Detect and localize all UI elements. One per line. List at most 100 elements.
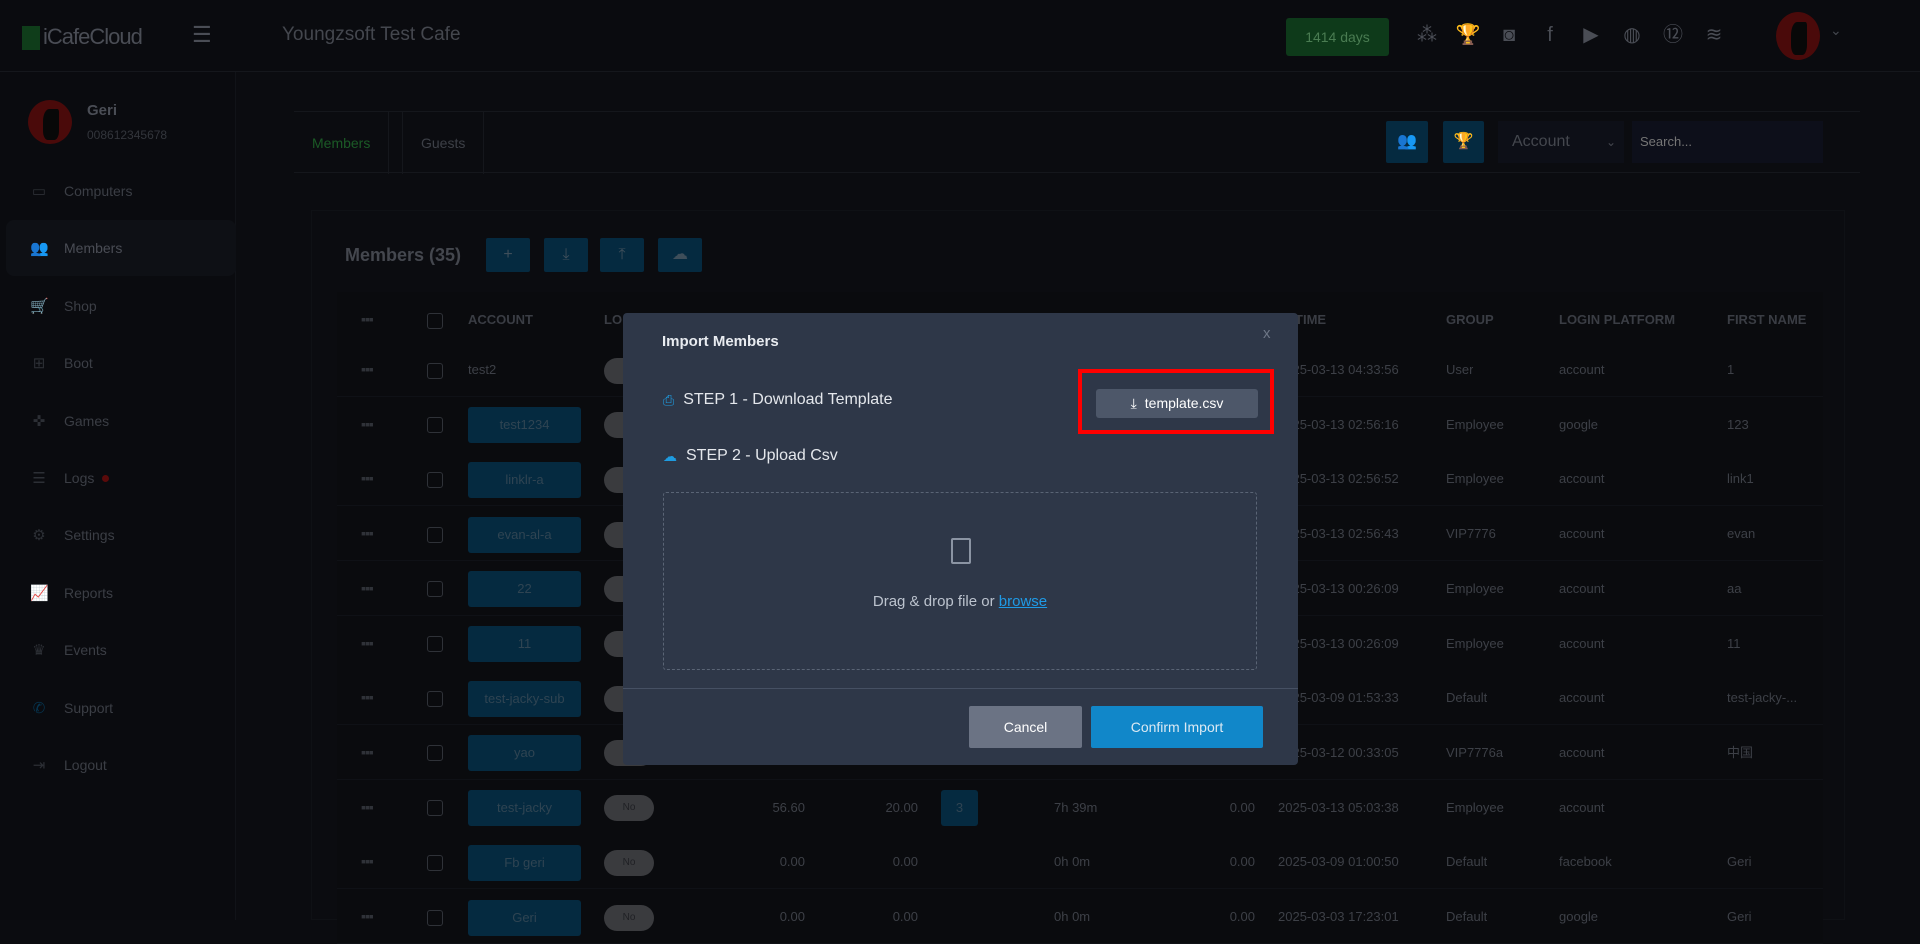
sidebar-item-games[interactable]: ✜ Games: [6, 393, 236, 449]
account-pill[interactable]: evan-al-a: [468, 516, 581, 553]
row-checkbox[interactable]: [427, 342, 443, 397]
account-cell[interactable]: Geri: [468, 889, 581, 944]
brand-icon[interactable]: ≋: [1701, 22, 1727, 48]
account-cell[interactable]: evan-al-a: [468, 506, 581, 561]
account-pill[interactable]: 11: [468, 626, 581, 663]
account-pill[interactable]: 22: [468, 571, 581, 608]
export-button[interactable]: ⤒: [600, 238, 644, 272]
header-login[interactable]: LO: [604, 292, 622, 347]
platform-cell: account: [1559, 690, 1605, 706]
row-checkbox[interactable]: [427, 670, 443, 725]
row-menu-icon[interactable]: ▪▪▪: [361, 451, 373, 506]
account-cell[interactable]: test-jacky: [468, 780, 581, 835]
hamburger-menu-icon[interactable]: ☰: [192, 22, 212, 48]
trophy-icon[interactable]: 🏆: [1455, 22, 1481, 48]
row-checkbox[interactable]: [427, 561, 443, 616]
row-menu-icon[interactable]: ▪▪▪: [361, 889, 373, 944]
tab-members[interactable]: Members: [294, 112, 390, 174]
platform-cell: account: [1559, 580, 1605, 596]
cancel-button[interactable]: Cancel: [969, 706, 1082, 748]
profile-avatar[interactable]: [1776, 12, 1820, 60]
row-menu-icon[interactable]: ▪▪▪: [361, 780, 373, 835]
ranking-icon[interactable]: ⁂: [1414, 22, 1440, 48]
count-badge[interactable]: 3: [941, 780, 978, 835]
logo[interactable]: iCafeCloud: [22, 24, 143, 51]
account-pill[interactable]: test-jacky-sub: [468, 680, 581, 717]
sidebar-item-logout[interactable]: ⇥ Logout: [6, 737, 236, 793]
header-group[interactable]: GROUP: [1446, 292, 1494, 347]
row-menu-icon[interactable]: ▪▪▪: [361, 506, 373, 561]
search-field-select[interactable]: Account ⌄: [1498, 121, 1624, 163]
add-member-button[interactable]: +: [486, 238, 530, 272]
crown-icon: ♛: [32, 642, 46, 660]
row-checkbox[interactable]: [427, 397, 443, 452]
row-menu-icon[interactable]: ▪▪▪: [361, 670, 373, 725]
account-cell[interactable]: 22: [468, 561, 581, 616]
sidebar-item-support[interactable]: ✆ Support: [6, 680, 236, 736]
account-pill[interactable]: test-jacky: [468, 790, 581, 827]
row-menu-icon[interactable]: ▪▪▪: [361, 725, 373, 780]
sidebar-item-members[interactable]: 👥 Members: [6, 220, 236, 277]
rank-button[interactable]: 🏆: [1443, 121, 1484, 163]
column-menu-icon[interactable]: ▪▪▪: [361, 292, 373, 347]
account-cell[interactable]: 11: [468, 616, 581, 671]
sidebar-item-reports[interactable]: 📈 Reports: [6, 565, 236, 621]
select-all-checkbox[interactable]: [427, 292, 443, 347]
sidebar-item-events[interactable]: ♛ Events: [6, 622, 236, 678]
row-checkbox[interactable]: [427, 780, 443, 835]
account-pill[interactable]: Fb geri: [468, 844, 581, 881]
confirm-import-button[interactable]: Confirm Import: [1091, 706, 1263, 748]
header-first[interactable]: FIRST NAME: [1727, 292, 1806, 347]
row-checkbox[interactable]: [427, 725, 443, 780]
account-cell[interactable]: Fb geri: [468, 834, 581, 889]
cloud-upload-icon: ☁: [663, 447, 677, 464]
youtube-icon[interactable]: ▶: [1578, 22, 1604, 48]
row-menu-icon[interactable]: ▪▪▪: [361, 342, 373, 397]
row-menu-icon[interactable]: ▪▪▪: [361, 616, 373, 671]
download-template-button[interactable]: ⤓ template.csv: [1096, 389, 1258, 418]
step-1: ⎙ STEP 1 - Download Template: [663, 391, 893, 409]
browse-link[interactable]: browse: [999, 593, 1047, 610]
account-pill[interactable]: yao: [468, 735, 581, 772]
sidebar-item-computers[interactable]: ▭ Computers: [6, 163, 236, 219]
close-icon[interactable]: x: [1263, 325, 1271, 342]
search-input[interactable]: [1632, 121, 1823, 163]
cafe-title: Youngzsoft Test Cafe: [282, 24, 461, 45]
account-cell[interactable]: test-jacky-sub: [468, 670, 581, 725]
row-menu-icon[interactable]: ▪▪▪: [361, 561, 373, 616]
tab-guests[interactable]: Guests: [402, 112, 485, 174]
account-cell[interactable]: linklr-a: [468, 451, 581, 506]
account-cell[interactable]: yao: [468, 725, 581, 780]
cloud-button[interactable]: ☁: [658, 238, 702, 272]
row-checkbox[interactable]: [427, 889, 443, 944]
import-button[interactable]: ⤓: [544, 238, 588, 272]
row-checkbox[interactable]: [427, 616, 443, 671]
chevron-down-icon[interactable]: ⌄: [1830, 22, 1842, 39]
sidebar-item-logs[interactable]: ☰ Logs: [6, 450, 236, 506]
account-pill[interactable]: Geri: [468, 899, 581, 936]
sidebar-item-boot[interactable]: ⊞ Boot: [6, 335, 236, 391]
sidebar-item-label: Logs: [64, 470, 95, 486]
icafe-icon[interactable]: ⑫: [1660, 22, 1686, 48]
row-menu-icon[interactable]: ▪▪▪: [361, 834, 373, 889]
users-icon: 👥: [1397, 133, 1417, 150]
group-users-button[interactable]: 👥: [1386, 121, 1428, 163]
first-name-cell: evan: [1727, 526, 1756, 542]
sidebar-item-settings[interactable]: ⚙ Settings: [6, 507, 236, 563]
header-account[interactable]: ACCOUNT: [468, 292, 533, 347]
account-pill[interactable]: test1234: [468, 407, 581, 444]
row-menu-icon[interactable]: ▪▪▪: [361, 397, 373, 452]
discord-icon[interactable]: ◙: [1496, 22, 1522, 48]
globe-icon[interactable]: ◍: [1619, 22, 1645, 48]
row-checkbox[interactable]: [427, 451, 443, 506]
row-checkbox[interactable]: [427, 834, 443, 889]
account-cell[interactable]: test2: [468, 342, 496, 397]
account-cell[interactable]: test1234: [468, 397, 581, 452]
header-platform[interactable]: LOGIN PLATFORM: [1559, 292, 1675, 347]
account-pill[interactable]: linklr-a: [468, 461, 581, 498]
license-days-badge[interactable]: 1414 days: [1286, 18, 1389, 56]
file-dropzone[interactable]: Drag & drop file or browse: [663, 492, 1257, 670]
sidebar-item-shop[interactable]: 🛒 Shop: [6, 278, 236, 334]
row-checkbox[interactable]: [427, 506, 443, 561]
facebook-icon[interactable]: f: [1537, 22, 1563, 48]
